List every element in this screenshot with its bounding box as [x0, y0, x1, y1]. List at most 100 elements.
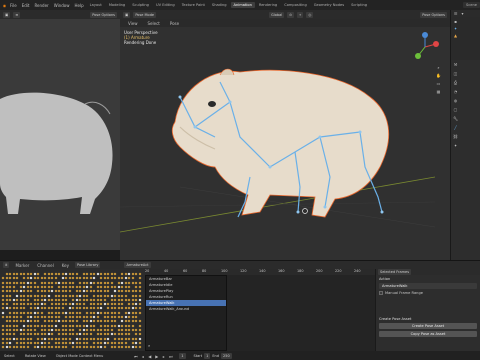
keyframe-marker[interactable] [43, 285, 47, 289]
keyframe-marker[interactable] [127, 276, 131, 280]
zoom-icon[interactable]: ⌕ [436, 65, 441, 70]
keyframe-marker[interactable] [43, 302, 47, 306]
keyframe-marker[interactable] [19, 315, 22, 319]
keyframe-marker[interactable] [134, 319, 138, 323]
keyframe-marker[interactable] [40, 302, 43, 306]
keyframe-marker[interactable] [120, 298, 124, 302]
keyframe-marker[interactable] [61, 345, 64, 349]
keyframe-marker[interactable] [64, 281, 68, 285]
action-item[interactable]: ArmatureWalk_Around [146, 306, 226, 312]
3d-cursor[interactable] [302, 208, 308, 214]
keyframe-marker[interactable] [92, 315, 96, 319]
keyframe-marker[interactable] [33, 315, 36, 319]
keyframe-marker[interactable] [99, 289, 103, 293]
keyframe-marker[interactable] [127, 345, 131, 349]
main-viewport[interactable]: ▣ Pose Mode Global ⊙ ⌖ ◎ Pose Options Vi… [120, 10, 450, 260]
keyframe-marker[interactable] [78, 294, 82, 297]
keyframe-marker[interactable] [64, 332, 68, 336]
keyframe-marker[interactable] [22, 298, 26, 302]
timeline-region[interactable]: 20 40 60 80 100 120 140 160 180 200 220 … [145, 269, 375, 351]
keyframe-marker[interactable] [61, 302, 64, 306]
keyframe-marker[interactable] [106, 306, 110, 310]
keyframe-marker[interactable] [40, 311, 43, 315]
keyframe-marker[interactable] [15, 281, 19, 285]
keyframe-marker[interactable] [96, 315, 99, 319]
keyframe-marker[interactable] [106, 341, 110, 345]
keyframe-marker[interactable] [40, 315, 43, 319]
keyframe-marker[interactable] [1, 302, 5, 306]
keyframe-marker[interactable] [1, 337, 5, 340]
keyframe-marker[interactable] [29, 289, 33, 293]
keyframe-marker[interactable] [36, 337, 40, 340]
keyframe-marker[interactable] [99, 298, 103, 302]
keyframe-marker[interactable] [127, 315, 131, 319]
keyframe-marker[interactable] [78, 289, 82, 293]
keyframe-marker[interactable] [138, 337, 141, 340]
keyframe-marker[interactable] [120, 285, 124, 289]
keyframe-marker[interactable] [57, 341, 61, 345]
keyframe-marker[interactable] [138, 285, 141, 289]
keyframe-marker[interactable] [50, 281, 54, 285]
keyframe-marker[interactable] [57, 272, 61, 276]
keyframe-marker[interactable] [50, 276, 54, 280]
keyframe-marker[interactable] [134, 306, 138, 310]
keyframe-row[interactable] [0, 294, 145, 298]
keyframe-marker[interactable] [1, 298, 5, 302]
keyframe-marker[interactable] [50, 285, 54, 289]
keyframe-marker[interactable] [1, 276, 5, 280]
keyframe-marker[interactable] [71, 306, 75, 310]
keyframe-marker[interactable] [78, 306, 82, 310]
keyframe-marker[interactable] [57, 281, 61, 285]
keyframe-marker[interactable] [8, 311, 12, 315]
channel-region[interactable] [0, 269, 145, 351]
keyframe-marker[interactable] [8, 328, 12, 332]
workspace-tab-uv-editing[interactable]: UV Editing [153, 2, 178, 8]
keyframe-marker[interactable] [138, 328, 141, 332]
keyframe-marker[interactable] [33, 281, 36, 285]
keyframe-marker[interactable] [85, 294, 89, 297]
keyframe-marker[interactable] [110, 328, 113, 332]
keyframe-marker[interactable] [85, 306, 89, 310]
left-pose-options[interactable]: Pose Options [90, 11, 117, 18]
keyframe-marker[interactable] [120, 332, 124, 336]
keyframe-marker[interactable] [78, 276, 82, 280]
keyframe-marker[interactable] [131, 276, 134, 280]
keyframe-marker[interactable] [127, 272, 131, 276]
keyframe-marker[interactable] [57, 294, 61, 297]
keyframe-marker[interactable] [22, 294, 26, 297]
keyframe-marker[interactable] [110, 345, 113, 349]
keyframe-marker[interactable] [50, 306, 54, 310]
keyframe-marker[interactable] [127, 337, 131, 340]
keyframe-row[interactable] [0, 332, 145, 336]
main-pose-options[interactable]: Pose Options [420, 11, 447, 18]
editor-type-icon[interactable]: ⧖ [3, 262, 10, 268]
keyframe-marker[interactable] [22, 272, 26, 276]
menu-help[interactable]: Help [72, 3, 85, 8]
keyframe-marker[interactable] [138, 306, 141, 310]
keyframe-marker[interactable] [15, 328, 19, 332]
keyframe-marker[interactable] [29, 276, 33, 280]
menu-file[interactable]: File [8, 3, 19, 8]
keyframe-marker[interactable] [134, 285, 138, 289]
keyframe-marker[interactable] [138, 276, 141, 280]
keyframe-row[interactable] [0, 289, 145, 293]
keyframe-marker[interactable] [26, 272, 29, 276]
action-dropdown[interactable]: ArmatureBar ArmatureIdle ArmaturePlay Ar… [145, 275, 227, 351]
keyframe-marker[interactable] [99, 324, 103, 328]
keyframe-marker[interactable] [43, 337, 47, 340]
keyframe-marker[interactable] [124, 341, 127, 345]
keyframe-marker[interactable] [134, 281, 138, 285]
keyframe-marker[interactable] [36, 311, 40, 315]
keyframe-marker[interactable] [29, 328, 33, 332]
keyframe-marker[interactable] [106, 285, 110, 289]
keyframe-marker[interactable] [29, 341, 33, 345]
keyframe-marker[interactable] [92, 298, 96, 302]
keyframe-marker[interactable] [36, 332, 40, 336]
keyframe-marker[interactable] [92, 319, 96, 323]
keyframe-marker[interactable] [113, 306, 117, 310]
keyframe-marker[interactable] [33, 345, 36, 349]
keyframe-marker[interactable] [5, 315, 8, 319]
keyframe-marker[interactable] [85, 328, 89, 332]
keyframe-marker[interactable] [8, 332, 12, 336]
keyframe-marker[interactable] [1, 315, 5, 319]
